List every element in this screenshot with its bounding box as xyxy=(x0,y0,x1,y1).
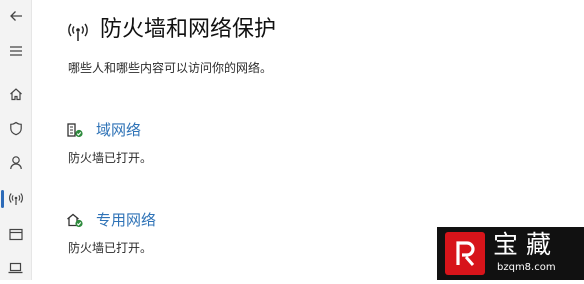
back-button[interactable] xyxy=(0,0,31,32)
page-subtitle: 哪些人和哪些内容可以访问你的网络。 xyxy=(68,61,273,75)
nav-home[interactable] xyxy=(0,78,31,110)
back-arrow-icon xyxy=(9,11,22,21)
private-network-icon xyxy=(67,213,83,228)
watermark-title: 宝藏 xyxy=(493,230,560,259)
nav-device-security[interactable] xyxy=(0,252,31,284)
person-icon xyxy=(9,155,22,169)
page-title: 防火墙和网络保护 xyxy=(100,17,277,42)
domain-network-icon xyxy=(67,123,83,138)
laptop-icon xyxy=(8,262,23,274)
watermark-logo-icon xyxy=(456,240,475,266)
wireless-antenna-icon xyxy=(8,193,23,205)
menu-button[interactable] xyxy=(0,35,31,67)
nav-virus-protection[interactable] xyxy=(0,112,31,144)
watermark: 宝藏 bzqm8.com xyxy=(437,227,584,280)
app-browser-icon xyxy=(8,228,23,240)
watermark-logo xyxy=(445,232,485,275)
nav-firewall-network[interactable] xyxy=(0,183,31,215)
home-icon xyxy=(9,88,22,101)
nav-account-protection[interactable] xyxy=(0,146,31,178)
wireless-antenna-icon xyxy=(68,23,88,41)
private-network-status: 防火墙已打开。 xyxy=(68,241,153,255)
domain-network-link[interactable]: 域网络 xyxy=(96,119,141,141)
hamburger-menu-icon xyxy=(9,46,22,56)
nav-app-browser-control[interactable] xyxy=(0,218,31,250)
navigation-rail xyxy=(0,0,32,280)
watermark-url: bzqm8.com xyxy=(497,262,556,273)
shield-icon xyxy=(9,121,22,135)
domain-network-status: 防火墙已打开。 xyxy=(68,151,153,165)
private-network-link[interactable]: 专用网络 xyxy=(96,209,156,231)
